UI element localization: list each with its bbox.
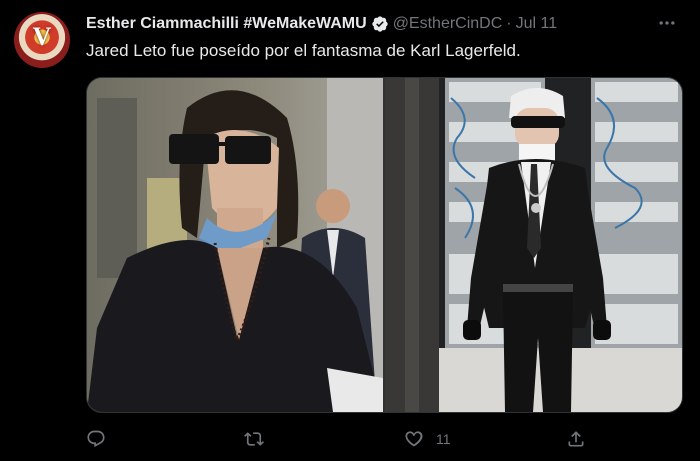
avatar[interactable]: V <box>14 12 70 68</box>
more-options-icon[interactable] <box>656 12 678 34</box>
verified-badge-icon <box>372 16 388 32</box>
media-grid <box>86 77 683 413</box>
tweet-actions: 11 <box>86 426 586 452</box>
tweet-date[interactable]: Jul 11 <box>516 14 558 34</box>
photo-right-image <box>385 78 682 412</box>
avatar-letter: V <box>32 22 52 51</box>
share-icon <box>568 431 584 447</box>
tweet-card[interactable]: V Esther Ciammachilli #WeMakeWAMU @Esthe… <box>0 0 700 461</box>
display-name[interactable]: Esther Ciammachilli #WeMakeWAMU <box>86 14 367 34</box>
user-handle[interactable]: @EstherCinDC <box>393 14 503 34</box>
tweet-header: Esther Ciammachilli #WeMakeWAMU @EstherC… <box>86 14 557 34</box>
photo-right[interactable] <box>385 78 682 412</box>
retweet-button[interactable] <box>244 426 264 452</box>
like-button[interactable]: 11 <box>404 426 451 452</box>
share-button[interactable] <box>566 426 586 452</box>
reply-button[interactable] <box>86 426 106 452</box>
like-count: 11 <box>436 431 451 447</box>
tweet-text: Jared Leto fue poseído por el fantasma d… <box>86 41 521 60</box>
reply-icon <box>87 430 105 448</box>
retweet-icon <box>244 432 264 446</box>
heart-icon <box>405 431 423 447</box>
separator-dot: · <box>506 15 512 32</box>
photo-left-image <box>87 78 383 412</box>
photo-left[interactable] <box>87 78 383 412</box>
